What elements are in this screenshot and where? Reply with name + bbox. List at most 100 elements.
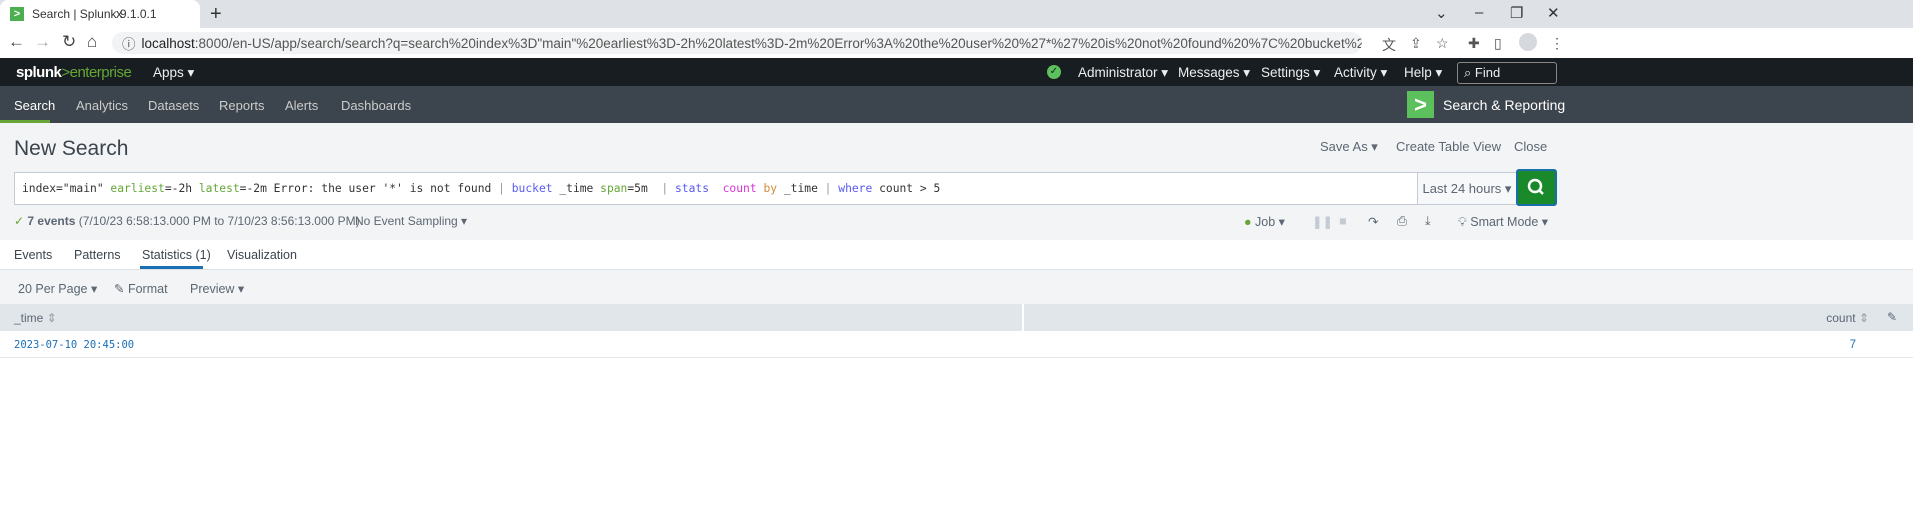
active-tab-indicator <box>140 266 203 269</box>
splunk-logo[interactable]: splunk>enterprise <box>16 64 132 81</box>
find-input[interactable]: ⌕ Find <box>1457 62 1557 84</box>
home-icon[interactable]: ⌂ <box>87 32 97 52</box>
close-button[interactable]: Close <box>1514 139 1547 154</box>
table-header <box>0 304 1913 331</box>
close-window-icon[interactable]: ✕ <box>1547 4 1560 22</box>
app-tab-reports[interactable]: Reports <box>219 98 265 113</box>
query-token: =5m <box>627 182 662 195</box>
search-icon: ⌕ <box>1464 65 1475 80</box>
column-header-time[interactable]: _time ⇕ <box>14 311 57 325</box>
back-icon[interactable]: ← <box>8 32 25 52</box>
query-token: where <box>838 182 873 195</box>
format-label: Format <box>127 282 168 296</box>
splunk-top-bar <box>0 58 1913 86</box>
query-token: span <box>600 182 628 195</box>
share-job-icon[interactable]: ↷ <box>1368 214 1378 229</box>
query-token: bucket <box>511 182 553 195</box>
query-token: | <box>661 182 675 195</box>
event-count: 7 events <box>27 214 76 228</box>
tab-title: Search | Splunk 9.1.0.1 <box>32 7 157 21</box>
query-token <box>709 182 723 195</box>
stop-icon[interactable]: ■ <box>1339 214 1347 228</box>
per-page-dropdown[interactable]: 20 Per Page ▾ <box>18 281 97 296</box>
app-name[interactable]: Search & Reporting <box>1443 97 1565 113</box>
app-tab-dashboards[interactable]: Dashboards <box>341 98 411 113</box>
edit-column-icon[interactable]: ✎ <box>1887 310 1897 324</box>
pause-icon[interactable]: ❚❚ <box>1312 214 1333 229</box>
job-status: ✓ 7 events (7/10/23 6:58:13.000 PM to 7/… <box>14 214 360 228</box>
minimize-icon[interactable]: – <box>1475 4 1483 21</box>
column-header-count[interactable]: count ⇕ <box>1826 311 1869 325</box>
format-button[interactable]: ✎ Format <box>114 281 168 296</box>
query-token: _time <box>552 182 601 195</box>
reload-icon[interactable]: ↻ <box>62 32 76 52</box>
search-query-input[interactable]: index="main" earliest=-2h latest=-2m Err… <box>14 172 1417 205</box>
browser-tabstrip <box>0 0 1913 28</box>
check-icon: ✓ <box>14 214 28 228</box>
print-icon[interactable]: ⎙ <box>1397 214 1407 229</box>
pencil-icon: ✎ <box>114 282 128 296</box>
tab-statistics[interactable]: Statistics (1) <box>142 248 211 262</box>
column-resize-handle[interactable] <box>1022 304 1024 331</box>
smart-mode-menu[interactable]: 💡︎ Smart Mode ▾ <box>1458 214 1548 230</box>
administrator-menu[interactable]: Administrator ▾ <box>1078 65 1168 81</box>
extensions-icon[interactable]: ✚ <box>1468 35 1480 52</box>
query-token: by <box>763 182 778 195</box>
query-token: | <box>824 182 839 195</box>
cell-count[interactable]: 7 <box>1850 339 1856 351</box>
messages-menu[interactable]: Messages ▾ <box>1178 65 1250 81</box>
column-label: count <box>1826 311 1856 325</box>
time-range-picker[interactable]: Last 24 hours ▾ <box>1417 172 1517 205</box>
splunk-favicon-icon: > <box>10 7 24 21</box>
app-tab-analytics[interactable]: Analytics <box>76 98 128 113</box>
logo-text-enterprise: >enterprise <box>61 64 132 81</box>
search-icon <box>1527 178 1544 195</box>
save-as-button[interactable]: Save As ▾ <box>1320 139 1378 155</box>
tab-visualization[interactable]: Visualization <box>227 248 297 262</box>
settings-menu[interactable]: Settings ▾ <box>1261 65 1320 81</box>
url-input[interactable]: ⓘ localhost:8000/en-US/app/search/search?… <box>112 32 1362 54</box>
job-menu[interactable]: ● Job ▾ <box>1244 214 1285 229</box>
help-menu[interactable]: Help ▾ <box>1404 65 1442 81</box>
query-token: =-2m Error: the user '*' is not found <box>239 182 499 195</box>
query-token: count > 5 <box>872 182 941 195</box>
tab-search-icon[interactable]: ⌄ <box>1435 4 1448 22</box>
event-time-range: (7/10/23 6:58:13.000 PM to 7/10/23 8:56:… <box>78 214 360 228</box>
event-sampling-dropdown[interactable]: No Event Sampling ▾ <box>355 214 467 228</box>
bulb-icon: 💡︎ <box>1458 215 1471 229</box>
restore-icon[interactable]: ❐ <box>1510 4 1523 22</box>
query-token: | <box>498 182 512 195</box>
side-panel-icon[interactable]: ▯ <box>1494 35 1502 52</box>
info-icon: ● <box>1244 215 1256 229</box>
info-icon: ⓘ <box>122 37 136 52</box>
new-tab-button[interactable]: + <box>210 3 222 26</box>
tab-patterns[interactable]: Patterns <box>74 248 121 262</box>
job-label: Job ▾ <box>1255 215 1285 229</box>
menu-kebab-icon[interactable]: ⋮ <box>1550 35 1564 52</box>
tab-close-button[interactable]: x <box>116 6 123 21</box>
table-row <box>0 331 1913 358</box>
share-icon[interactable]: ⇪ <box>1410 35 1422 52</box>
app-tab-datasets[interactable]: Datasets <box>148 98 199 113</box>
query-token: earliest <box>110 182 165 195</box>
query-token: index="main" <box>22 182 111 195</box>
health-ok-icon[interactable]: ✓ <box>1047 65 1061 79</box>
create-table-view-button[interactable]: Create Table View <box>1396 139 1501 154</box>
search-button[interactable] <box>1516 169 1557 206</box>
bookmark-star-icon[interactable]: ☆ <box>1436 35 1449 52</box>
apps-menu[interactable]: Apps ▾ <box>153 65 194 81</box>
app-tab-alerts[interactable]: Alerts <box>285 98 318 113</box>
forward-icon[interactable]: → <box>34 32 51 52</box>
preview-dropdown[interactable]: Preview ▾ <box>190 281 244 296</box>
activity-menu[interactable]: Activity ▾ <box>1334 65 1387 81</box>
find-placeholder: Find <box>1474 65 1501 80</box>
query-token: _time <box>777 182 825 195</box>
profile-avatar-icon[interactable] <box>1519 33 1537 51</box>
translate-icon[interactable]: 文 <box>1382 35 1396 55</box>
browser-tab[interactable]: > Search | Splunk 9.1.0.1 x <box>0 0 200 28</box>
tab-events[interactable]: Events <box>14 248 52 262</box>
cell-time[interactable]: 2023-07-10 20:45:00 <box>14 339 134 351</box>
app-tab-search[interactable]: Search <box>14 98 55 113</box>
export-icon[interactable]: ⤓ <box>1425 214 1431 229</box>
url-host: localhost <box>141 35 195 51</box>
